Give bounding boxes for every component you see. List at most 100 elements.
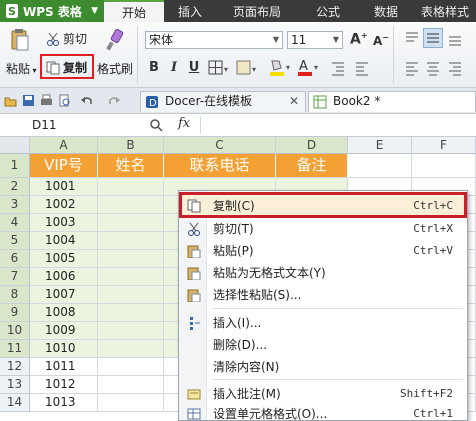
undo-icon[interactable]: [80, 94, 93, 107]
column-header[interactable]: A: [30, 137, 98, 154]
cell[interactable]: [98, 340, 164, 358]
header-cell-phone[interactable]: 联系电话: [164, 154, 276, 178]
cell[interactable]: [98, 232, 164, 250]
cell[interactable]: [98, 196, 164, 214]
header-cell-name[interactable]: 姓名: [98, 154, 164, 178]
doc-tab-book2[interactable]: Book2 *: [308, 91, 476, 112]
align-right-icon[interactable]: [447, 60, 463, 76]
row-header[interactable]: 13: [0, 376, 30, 394]
menu-item-format-cells[interactable]: 设置单元格格式(O)... Ctrl+1: [180, 403, 467, 421]
font-size-select[interactable]: 11 ▼: [287, 31, 343, 49]
cell[interactable]: [412, 154, 476, 178]
vip-number-cell[interactable]: 1012: [30, 376, 98, 394]
align-top-icon[interactable]: [404, 30, 420, 46]
menu-item-paste-text[interactable]: 粘贴为无格式文本(Y): [180, 262, 467, 284]
row-header[interactable]: 5: [0, 232, 30, 250]
format-painter-icon[interactable]: [104, 28, 124, 52]
row-header[interactable]: 4: [0, 214, 30, 232]
column-header[interactable]: E: [348, 137, 412, 154]
name-box[interactable]: D11: [32, 116, 122, 134]
zoom-icon[interactable]: [150, 119, 163, 132]
tab-formulas[interactable]: 公式: [298, 0, 358, 22]
print-preview-icon[interactable]: [58, 94, 71, 107]
redo-icon[interactable]: [108, 94, 121, 107]
cell[interactable]: [98, 322, 164, 340]
row-header[interactable]: 14: [0, 394, 30, 412]
vip-number-cell[interactable]: 1004: [30, 232, 98, 250]
font-color-icon[interactable]: A ▾: [296, 58, 322, 78]
tab-data[interactable]: 数据: [358, 0, 414, 22]
cell[interactable]: [98, 394, 164, 412]
fx-icon[interactable]: fx: [178, 116, 190, 131]
align-left-icon[interactable]: [404, 60, 420, 76]
vip-number-cell[interactable]: 1002: [30, 196, 98, 214]
row-header[interactable]: 12: [0, 358, 30, 376]
align-bottom-icon[interactable]: [447, 30, 463, 46]
menu-item-paste[interactable]: 粘贴(P) Ctrl+V: [180, 240, 467, 262]
vip-number-cell[interactable]: 1009: [30, 322, 98, 340]
fill-style-icon[interactable]: ▾: [236, 60, 260, 76]
italic-button[interactable]: I: [166, 60, 182, 75]
menu-item-paste-special[interactable]: 选择性粘贴(S)...: [180, 284, 467, 306]
vip-number-cell[interactable]: 1001: [30, 178, 98, 196]
cell[interactable]: [98, 178, 164, 196]
cell[interactable]: [98, 358, 164, 376]
close-icon[interactable]: ✕: [289, 92, 299, 111]
column-header[interactable]: F: [412, 137, 476, 154]
shrink-font-icon[interactable]: A−: [373, 33, 389, 48]
vip-number-cell[interactable]: 1005: [30, 250, 98, 268]
cell[interactable]: [98, 268, 164, 286]
column-header[interactable]: D: [276, 137, 348, 154]
formula-input[interactable]: [200, 116, 472, 134]
app-menu-button[interactable]: S WPS 表格 ▼: [0, 0, 104, 22]
format-painter-button[interactable]: 格式刷: [97, 60, 133, 77]
doc-tab-docer[interactable]: D Docer-在线模板 ✕: [140, 91, 306, 112]
cell[interactable]: [98, 304, 164, 322]
row-header[interactable]: 3: [0, 196, 30, 214]
vip-number-cell[interactable]: 1013: [30, 394, 98, 412]
bold-button[interactable]: B: [146, 60, 162, 75]
cell[interactable]: [98, 250, 164, 268]
row-header[interactable]: 11: [0, 340, 30, 358]
cell[interactable]: [348, 154, 412, 178]
print-icon[interactable]: [40, 94, 53, 107]
select-all-corner[interactable]: [0, 137, 30, 154]
column-header[interactable]: C: [164, 137, 276, 154]
row-header[interactable]: 8: [0, 286, 30, 304]
font-name-select[interactable]: 宋体 ▼: [145, 31, 283, 49]
fill-color-icon[interactable]: ▾: [268, 58, 294, 78]
underline-button[interactable]: U: [186, 60, 202, 75]
row-header[interactable]: 6: [0, 250, 30, 268]
menu-item-insert[interactable]: 插入(I)...: [180, 312, 467, 334]
cut-button[interactable]: 剪切: [46, 30, 87, 47]
row-header[interactable]: 9: [0, 304, 30, 322]
header-cell-notes[interactable]: 备注: [276, 154, 348, 178]
decrease-indent-icon[interactable]: [330, 60, 346, 76]
increase-indent-icon[interactable]: [354, 60, 370, 76]
cell[interactable]: [98, 286, 164, 304]
header-cell-vip[interactable]: VIP号: [30, 154, 98, 178]
align-middle-icon[interactable]: [423, 28, 443, 48]
tab-table-style[interactable]: 表格样式: [414, 0, 476, 22]
row-header[interactable]: 1: [0, 154, 30, 178]
open-folder-icon[interactable]: [4, 94, 17, 107]
tab-page-layout[interactable]: 页面布局: [216, 0, 298, 22]
grow-font-icon[interactable]: A+: [350, 31, 368, 48]
menu-item-delete[interactable]: 删除(D)...: [180, 334, 467, 356]
borders-icon[interactable]: ▾: [208, 60, 232, 76]
vip-number-cell[interactable]: 1006: [30, 268, 98, 286]
paste-icon[interactable]: [10, 28, 30, 52]
align-center-icon[interactable]: [425, 60, 441, 76]
cell[interactable]: [98, 214, 164, 232]
column-header[interactable]: B: [98, 137, 164, 154]
cell[interactable]: [98, 376, 164, 394]
tab-home[interactable]: 开始: [104, 0, 164, 22]
paste-button[interactable]: 粘贴 ▾: [6, 60, 37, 77]
menu-item-insert-comment[interactable]: 插入批注(M) Shift+F2: [180, 383, 467, 405]
tab-insert[interactable]: 插入: [164, 0, 216, 22]
menu-item-clear[interactable]: 清除内容(N): [180, 356, 467, 378]
vip-number-cell[interactable]: 1008: [30, 304, 98, 322]
row-header[interactable]: 10: [0, 322, 30, 340]
menu-item-cut[interactable]: 剪切(T) Ctrl+X: [180, 218, 467, 240]
vip-number-cell[interactable]: 1007: [30, 286, 98, 304]
